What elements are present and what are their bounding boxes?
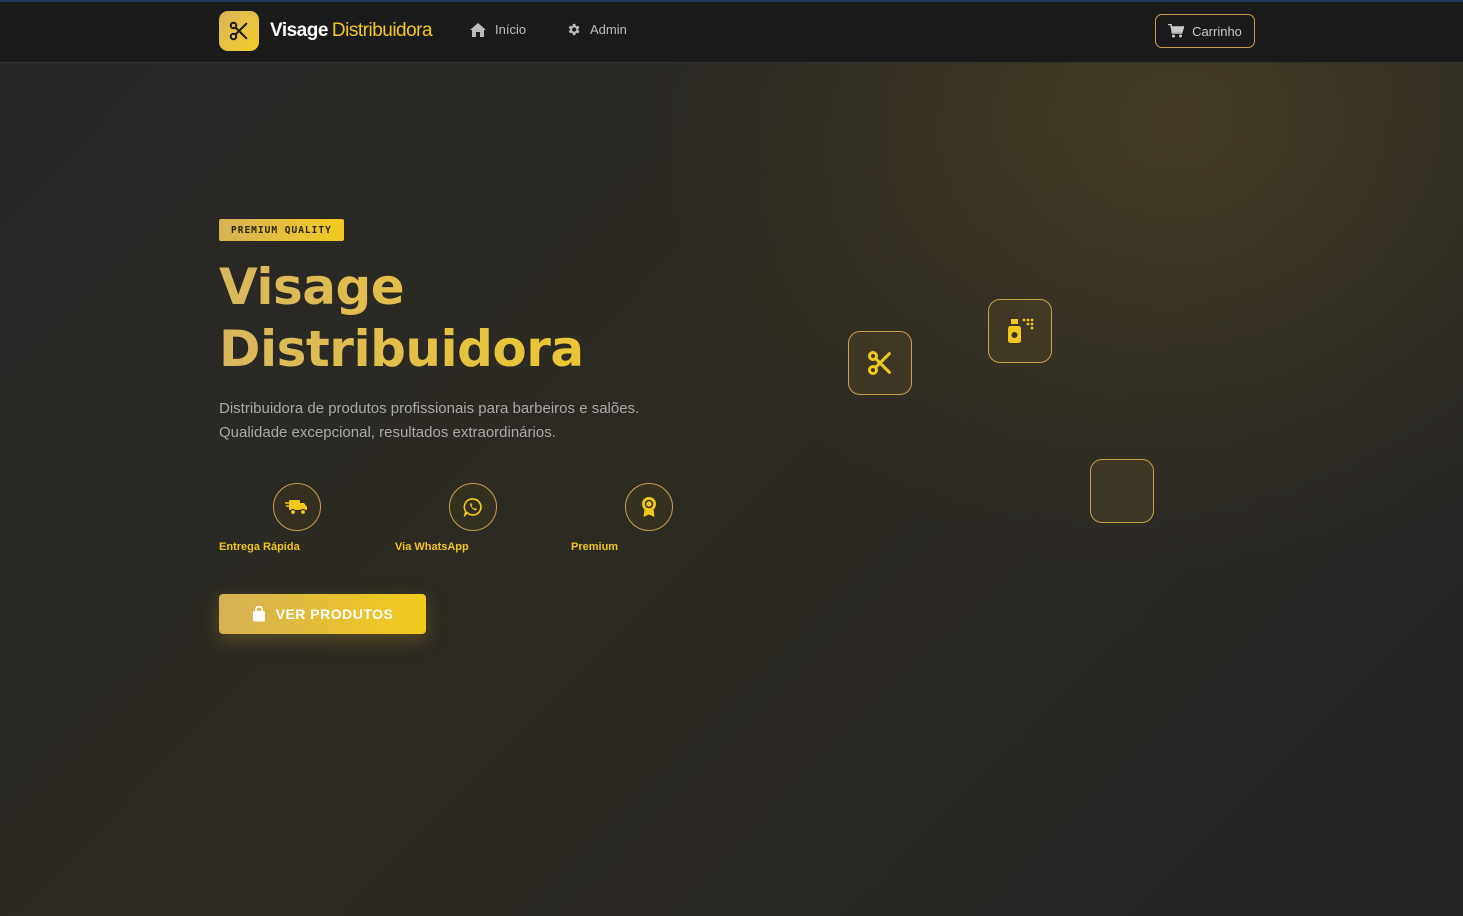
nav-link-inicio[interactable]: Início: [470, 22, 526, 37]
hero-title-line2: Distribuidora: [219, 320, 584, 378]
floating-card-scissors: [848, 331, 912, 395]
cart-icon: [1168, 24, 1185, 38]
feature-label: Premium: [571, 541, 619, 553]
brand-name: Visage Distribuidora: [270, 20, 433, 42]
shopping-bag-icon: [252, 606, 265, 622]
feature-label: Entrega Rápida: [219, 541, 300, 553]
truck-icon: [273, 483, 321, 531]
hero-description-line1: Distribuidora de produtos profissionais …: [219, 400, 640, 417]
brand-name-main: Visage: [270, 20, 328, 41]
view-products-button[interactable]: VER PRODUTOS: [219, 594, 426, 634]
hero-title-line1: Visage: [219, 258, 405, 316]
navbar: Visage Distribuidora Início Admin Carrinh…: [0, 2, 1463, 63]
view-products-label: VER PRODUTOS: [275, 606, 394, 622]
brand-name-accent: Distribuidora: [331, 20, 433, 41]
hero-title: Visage Distribuidora: [219, 256, 719, 380]
spray-bottle-icon: [1008, 318, 1034, 343]
premium-badge: PREMIUM QUALITY: [219, 219, 344, 241]
hero-description-line2: Qualidade excepcional, resultados extrao…: [219, 424, 556, 441]
gear-icon: [568, 23, 580, 36]
cart-label: Carrinho: [1192, 23, 1242, 39]
cart-button[interactable]: Carrinho: [1155, 14, 1255, 48]
floating-card-spray: [988, 299, 1052, 363]
nav-link-label: Início: [495, 22, 527, 37]
brand-link[interactable]: Visage Distribuidora: [219, 11, 433, 51]
scissors-icon: [867, 350, 891, 376]
whatsapp-icon: [449, 483, 497, 531]
hero-description: Distribuidora de produtos profissionais …: [219, 397, 699, 445]
award-icon: [625, 483, 673, 531]
floating-card-blank: [1090, 459, 1154, 523]
nav-link-label: Admin: [590, 22, 627, 37]
home-icon: [470, 22, 486, 37]
feature-label: Via WhatsApp: [395, 541, 469, 553]
hero-section: [0, 63, 1463, 916]
nav-link-admin[interactable]: Admin: [566, 22, 627, 37]
scissors-icon: [219, 11, 259, 51]
